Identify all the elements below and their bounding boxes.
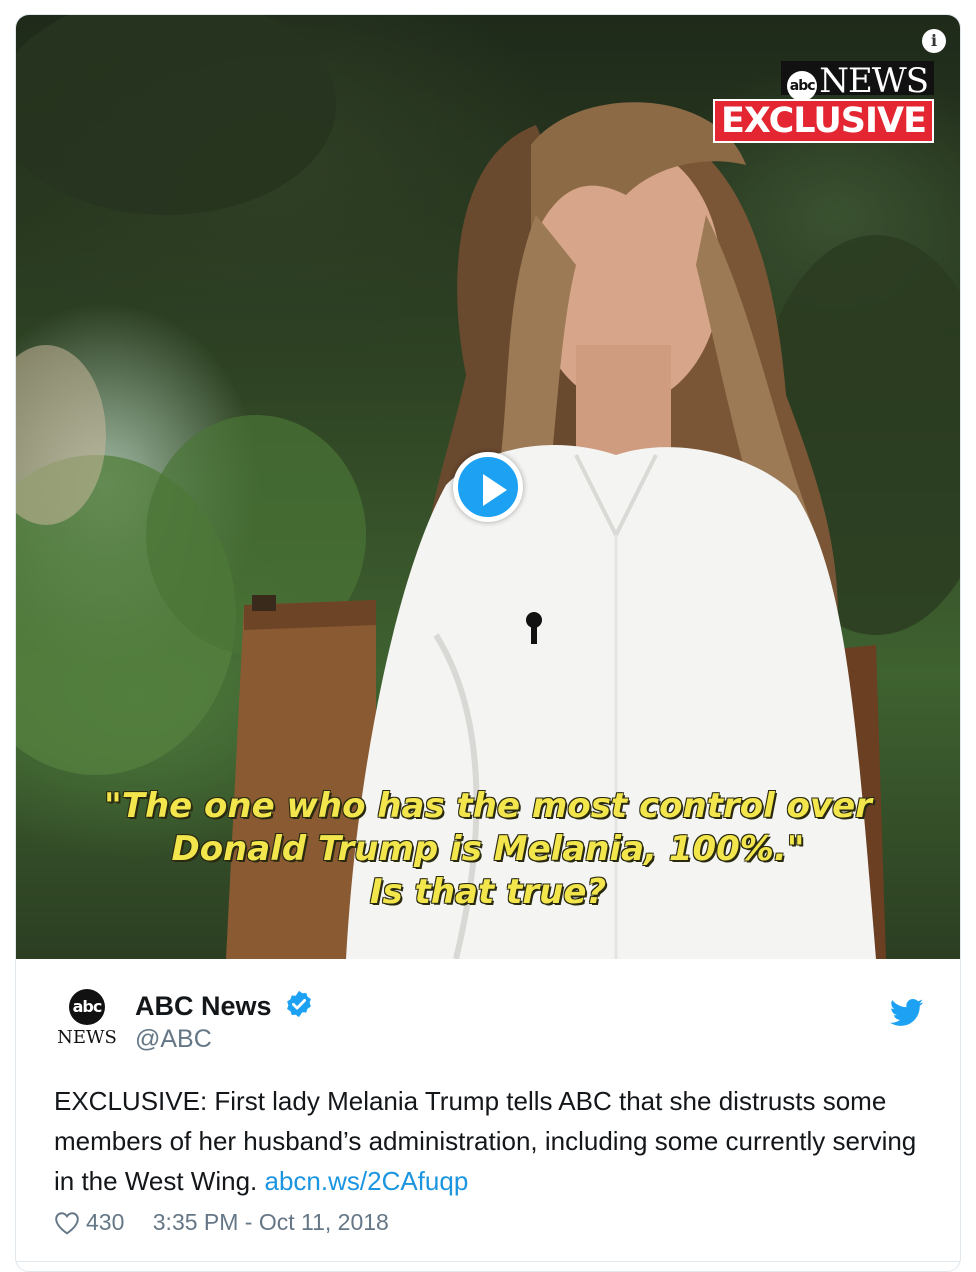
heart-icon[interactable] [54, 1211, 80, 1241]
abc-news-exclusive-badge: abc NEWS EXCLUSIVE [712, 61, 934, 143]
author-name-row[interactable]: ABC News [135, 989, 314, 1023]
tweet-timestamp[interactable]: 3:35 PM - Oct 11, 2018 [153, 1209, 389, 1235]
caption-line: Is that true? [369, 872, 607, 912]
news-wordmark: NEWS [819, 61, 929, 101]
avatar-abc-logo: abc [69, 989, 105, 1025]
info-icon[interactable]: i [922, 29, 946, 53]
exclusive-label: EXCLUSIVE [712, 99, 934, 143]
abc-news-logo: abc NEWS [781, 61, 934, 101]
author-handle[interactable]: @ABC [135, 1025, 212, 1054]
play-icon[interactable] [453, 452, 523, 522]
abc-logo-mark: abc [787, 71, 818, 101]
verified-badge-icon [284, 989, 314, 1024]
tweet-body: abc NEWS ABC News @ABC EXCLUSIVE: First … [16, 959, 960, 1271]
video-caption: "The one who has the most control over D… [16, 785, 960, 914]
avatar-news-text: NEWS [57, 1027, 117, 1048]
caption-line: "The one who has the most control over [104, 786, 872, 826]
tweet-text-body: EXCLUSIVE: First lady Melania Trump tell… [54, 1086, 917, 1196]
divider [16, 1261, 960, 1262]
tweet-link[interactable]: abcn.ws/2CAfuqp [265, 1166, 469, 1196]
embedded-tweet-card: i abc NEWS EXCLUSIVE "The one who has the… [15, 14, 961, 1272]
tweet-meta: 430 3:35 PM - Oct 11, 2018 [54, 1209, 389, 1241]
avatar[interactable]: abc NEWS [54, 989, 120, 1055]
tweet-text: EXCLUSIVE: First lady Melania Trump tell… [54, 1081, 934, 1201]
like-count[interactable]: 430 [86, 1209, 124, 1235]
video-thumbnail[interactable]: i abc NEWS EXCLUSIVE "The one who has the… [16, 15, 960, 959]
caption-line: Donald Trump is Melania, 100%." [171, 829, 805, 869]
twitter-bird-icon[interactable] [890, 999, 924, 1032]
author-name[interactable]: ABC News [135, 991, 272, 1021]
